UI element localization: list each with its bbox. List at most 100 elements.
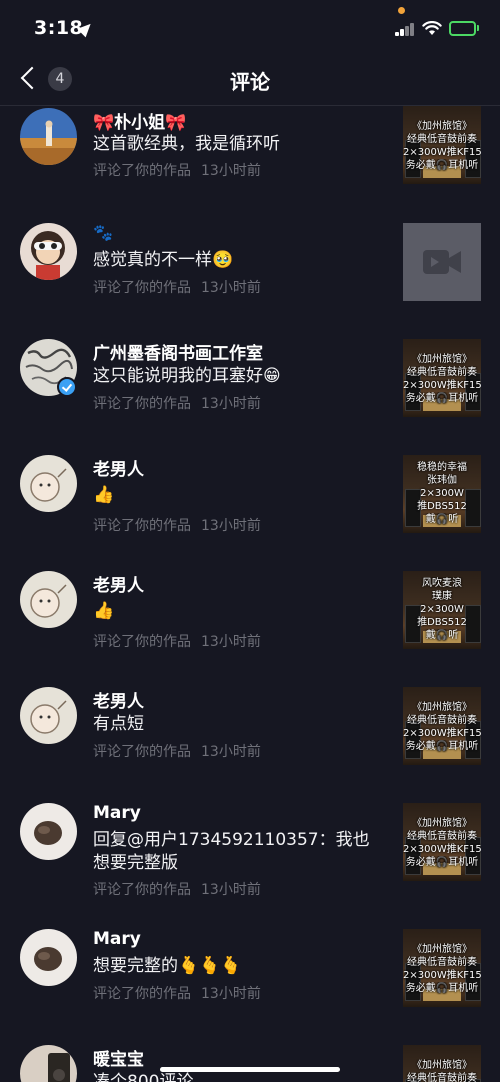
thumb-line: 2×300W推KF1503	[403, 844, 481, 855]
video-thumbnail[interactable]: 《加州旅馆》 经典低音鼓前奏 2×300W推KF1503 务必戴🎧耳机听	[403, 106, 481, 184]
thumb-line: 张玮伽	[427, 475, 457, 486]
meta-time: 13小时前	[201, 986, 261, 1002]
comment-notification-list[interactable]: 🎀朴小姐🎀 这首歌经典，我是循环听 评论了你的作品 13小时前 《加州旅馆》 经典…	[0, 106, 500, 1082]
thumb-line: 稳稳的幸福	[417, 462, 467, 473]
comment-text: 有点短	[93, 714, 144, 734]
list-item[interactable]: Mary 回复@用户1734592110357：我也想要完整版 评论了你的作品 1…	[0, 796, 500, 922]
cellular-signal-icon	[395, 22, 415, 36]
list-item[interactable]: 🎀朴小姐🎀 这首歌经典，我是循环听 评论了你的作品 13小时前 《加州旅馆》 经典…	[0, 106, 500, 216]
meta-time: 13小时前	[201, 634, 261, 650]
thumb-line: 《加州旅馆》	[412, 702, 472, 713]
home-indicator[interactable]	[160, 1067, 340, 1072]
thumb-line: 2×300W推KF1503	[403, 380, 481, 391]
meta-time: 13小时前	[201, 744, 261, 760]
video-thumbnail[interactable]: 风吹麦浪 璞康 2×300W 推DBS512 戴🎧听	[403, 571, 481, 649]
thumb-line: 务必戴🎧耳机听	[405, 160, 479, 171]
thumb-line: 2×300W推KF1503	[403, 728, 481, 739]
avatar[interactable]	[20, 571, 77, 628]
username[interactable]: 广州墨香阁书画工作室	[93, 339, 263, 364]
thumb-line: 2×300W推KF1503	[403, 147, 481, 158]
comment-meta: 评论了你的作品 13小时前	[93, 160, 261, 180]
avatar[interactable]	[20, 1045, 77, 1082]
list-item[interactable]: 老男人 👍 评论了你的作品 13小时前 稳稳的幸福 张玮伽 2×300W 推DBS…	[0, 448, 500, 564]
comment-text: 回复@用户1734592110357：我也想要完整版	[93, 830, 370, 873]
username[interactable]: 老男人	[93, 571, 144, 596]
username[interactable]: 🐾	[93, 223, 113, 242]
username[interactable]: 🎀朴小姐🎀	[93, 108, 186, 133]
comment-text: 这只能说明我的耳塞好😁	[93, 366, 281, 386]
thumb-line: 务必戴🎧耳机听	[405, 741, 479, 752]
comment-meta: 评论了你的作品 13小时前	[93, 393, 261, 413]
meta-label: 评论了你的作品	[93, 634, 191, 650]
username[interactable]: 老男人	[93, 455, 144, 480]
thumb-line: 经典低音鼓前奏	[407, 1073, 477, 1082]
comment-text: 这首歌经典，我是循环听	[93, 134, 280, 154]
meta-label: 评论了你的作品	[93, 396, 191, 412]
comment-meta: 评论了你的作品 13小时前	[93, 741, 261, 761]
video-thumbnail[interactable]: 《加州旅馆》 经典低音鼓前奏 2×300W推KF1503 务必戴🎧耳机听	[403, 803, 481, 881]
battery-icon: ⚡	[449, 21, 476, 36]
thumb-line: 推DBS512	[417, 501, 467, 512]
thumb-line: 务必戴🎧耳机听	[405, 393, 479, 404]
list-item[interactable]: Mary 想要完整的🫰🫰🫰 评论了你的作品 13小时前 《加州旅馆》 经典低音鼓前…	[0, 922, 500, 1038]
meta-label: 评论了你的作品	[93, 986, 191, 1002]
video-thumbnail[interactable]: 《加州旅馆》 经典低音鼓前奏	[403, 1045, 481, 1082]
thumb-line: 推DBS512	[417, 617, 467, 628]
thumb-line: 经典低音鼓前奏	[407, 134, 477, 145]
comment-meta: 评论了你的作品 13小时前	[93, 879, 261, 899]
thumb-line: 璞康	[432, 591, 452, 602]
video-thumbnail[interactable]: 《加州旅馆》 经典低音鼓前奏 2×300W推KF1503 务必戴🎧耳机听	[403, 339, 481, 417]
thumb-line: 2×300W推KF1503	[403, 970, 481, 981]
comment-meta: 评论了你的作品 13小时前	[93, 277, 261, 297]
list-item[interactable]: 🐾 感觉真的不一样🥹 评论了你的作品 13小时前	[0, 216, 500, 332]
list-item[interactable]: 老男人 有点短 评论了你的作品 13小时前 《加州旅馆》 经典低音鼓前奏 2×30…	[0, 680, 500, 796]
meta-label: 评论了你的作品	[93, 518, 191, 534]
thumb-line: 经典低音鼓前奏	[407, 367, 477, 378]
username[interactable]: Mary	[93, 929, 141, 949]
thumb-line: 《加州旅馆》	[412, 121, 472, 132]
list-item[interactable]: 老男人 👍 评论了你的作品 13小时前 风吹麦浪 璞康 2×300W 推DBS51…	[0, 564, 500, 680]
thumb-line: 2×300W	[420, 604, 464, 615]
comment-text: 👍	[93, 485, 115, 505]
thumb-line: 经典低音鼓前奏	[407, 715, 477, 726]
avatar[interactable]	[20, 455, 77, 512]
username[interactable]: 老男人	[93, 687, 144, 712]
comment-meta: 评论了你的作品 13小时前	[93, 515, 261, 535]
comment-text: 想要完整的🫰🫰🫰	[93, 956, 242, 976]
avatar[interactable]	[20, 803, 77, 860]
comment-text: 凑个800评论	[93, 1072, 194, 1082]
list-item[interactable]: 广州墨香阁书画工作室 这只能说明我的耳塞好😁 评论了你的作品 13小时前 《加州旅…	[0, 332, 500, 448]
comment-meta: 评论了你的作品 13小时前	[93, 983, 261, 1003]
meta-time: 13小时前	[201, 396, 261, 412]
battery-tip	[477, 25, 479, 31]
video-thumbnail[interactable]: 《加州旅馆》 经典低音鼓前奏 2×300W推KF1503 务必戴🎧耳机听	[403, 929, 481, 1007]
video-thumbnail[interactable]	[403, 223, 481, 301]
meta-label: 评论了你的作品	[93, 163, 191, 179]
avatar[interactable]	[20, 929, 77, 986]
avatar[interactable]	[20, 108, 77, 165]
thumb-line: 务必戴🎧耳机听	[405, 857, 479, 868]
thumb-line: 《加州旅馆》	[412, 944, 472, 955]
thumb-line: 2×300W	[420, 488, 464, 499]
avatar[interactable]	[20, 687, 77, 744]
video-thumbnail[interactable]: 《加州旅馆》 经典低音鼓前奏 2×300W推KF1503 务必戴🎧耳机听	[403, 687, 481, 765]
thumb-line: 《加州旅馆》	[412, 1060, 472, 1071]
status-bar: 3:18 ⚡	[0, 0, 500, 56]
meta-label: 评论了你的作品	[93, 744, 191, 760]
thumb-line: 戴🎧听	[425, 630, 459, 641]
username[interactable]: 暖宝宝	[93, 1045, 144, 1070]
list-item[interactable]: 暖宝宝 凑个800评论 《加州旅馆》 经典低音鼓前奏	[0, 1038, 500, 1082]
comment-text: 感觉真的不一样🥹	[93, 250, 234, 270]
thumb-line: 经典低音鼓前奏	[407, 957, 477, 968]
avatar[interactable]	[20, 223, 77, 280]
comment-meta: 评论了你的作品 13小时前	[93, 631, 261, 651]
meta-time: 13小时前	[201, 163, 261, 179]
status-time: 3:18	[34, 17, 84, 39]
video-thumbnail[interactable]: 稳稳的幸福 张玮伽 2×300W 推DBS512 戴🎧听	[403, 455, 481, 533]
meta-label: 评论了你的作品	[93, 280, 191, 296]
comment-text: 👍	[93, 601, 115, 621]
thumb-line: 务必戴🎧耳机听	[405, 983, 479, 994]
username[interactable]: Mary	[93, 803, 141, 823]
thumb-line: 经典低音鼓前奏	[407, 831, 477, 842]
verified-badge-icon	[57, 377, 77, 397]
